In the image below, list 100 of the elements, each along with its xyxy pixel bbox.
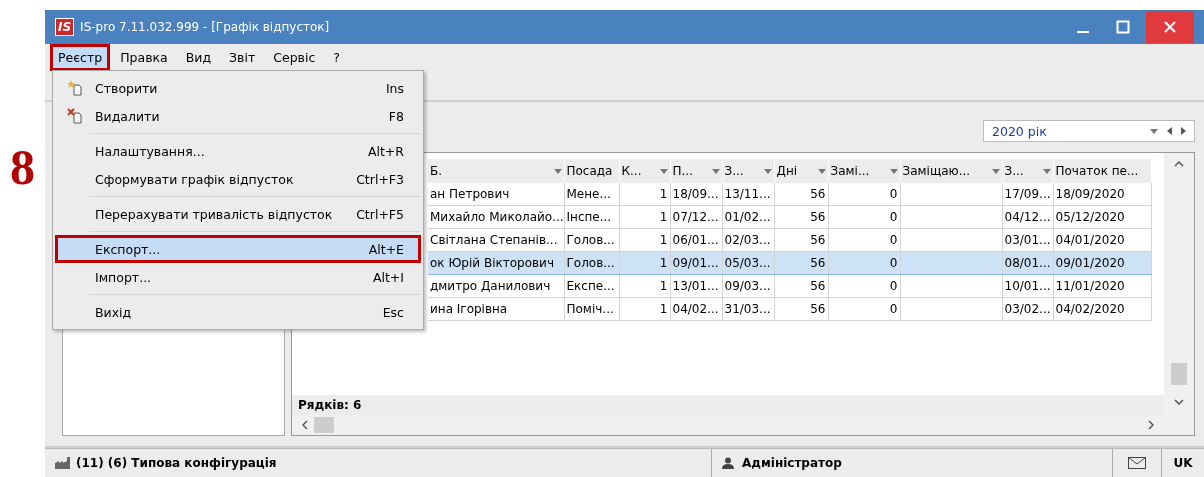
scroll-left-icon[interactable]	[302, 420, 308, 430]
table-cell: Експе...	[566, 279, 615, 293]
previous-icon[interactable]	[1167, 127, 1172, 135]
column-header[interactable]: К...	[619, 159, 670, 183]
menu-item-label: Імпорт...	[94, 269, 153, 285]
horizontal-scrollbar[interactable]	[292, 415, 1164, 435]
table-cell: 56	[810, 302, 826, 316]
filter-arrow-icon[interactable]	[763, 168, 772, 174]
table-cell: Голов...	[566, 256, 615, 270]
table-cell: 07/12...	[672, 210, 719, 224]
menu-item[interactable]: Імпорт... Alt+I	[55, 263, 421, 291]
column-header[interactable]: Початок пе...	[1053, 159, 1151, 183]
menu-bar-item[interactable]: Звіт	[221, 43, 264, 71]
menu-item-label: Створити	[94, 80, 159, 96]
table-row[interactable]: дмитро Данилович Експе... 1 13/01... 09/03... 56 0 10/01... 11/01/2020	[428, 274, 1151, 298]
app-logo: IS	[55, 18, 75, 36]
table-cell: 1	[659, 187, 668, 201]
shortcut-label: F8	[388, 108, 405, 124]
table-cell: 05/12/2020	[1055, 210, 1125, 224]
scroll-up-icon[interactable]	[1174, 161, 1184, 167]
table-cell: 09/01...	[672, 256, 719, 270]
menu-bar-item[interactable]: ?	[325, 43, 348, 71]
table-cell: ан Петрович	[430, 187, 510, 201]
shortcut-label: Alt+I	[372, 269, 405, 285]
menu-item[interactable]: Видалити F8	[55, 102, 421, 130]
menu-item-label: Налаштування...	[94, 143, 206, 159]
table-cell: Михайло Миколайо...	[430, 210, 564, 224]
menu-item-label: Вихід	[94, 304, 133, 320]
table-cell: 18/09...	[672, 187, 719, 201]
scroll-down-icon[interactable]	[1174, 399, 1184, 405]
table-cell: 1	[659, 233, 668, 247]
table-cell: 10/01...	[1004, 279, 1051, 293]
menu-item[interactable]: Налаштування... Alt+R	[55, 137, 421, 165]
column-header[interactable]: Дні	[774, 159, 828, 183]
table-cell: 03/02...	[1004, 302, 1051, 316]
table-cell: 1	[659, 302, 668, 316]
new-document-icon	[66, 80, 83, 96]
envelope-icon[interactable]	[1128, 457, 1146, 469]
next-icon[interactable]	[1181, 127, 1186, 135]
scroll-thumb[interactable]	[1171, 363, 1187, 385]
table-row[interactable]: ан Петрович Мене... 1 18/09... 13/11... 56 0 17/09... 18/09/2020	[428, 183, 1151, 206]
shortcut-label: Esc	[382, 304, 405, 320]
table-cell: 56	[810, 279, 826, 293]
table-cell: 0	[889, 233, 898, 247]
scroll-thumb[interactable]	[314, 417, 334, 433]
filter-arrow-icon[interactable]	[1042, 168, 1051, 174]
table-cell: 08/01...	[1004, 256, 1051, 270]
table-cell: 05/03...	[724, 256, 771, 270]
table-cell: Поміч...	[566, 302, 614, 316]
table-cell: 13/11...	[724, 187, 771, 201]
language-indicator[interactable]: UK	[1173, 456, 1193, 470]
year-dropdown[interactable]: 2020 рік	[983, 120, 1195, 142]
vertical-scrollbar[interactable]	[1164, 153, 1194, 435]
close-icon	[1163, 20, 1177, 34]
filter-arrow-icon[interactable]	[991, 168, 1000, 174]
table-cell: 0	[889, 302, 898, 316]
menu-item[interactable]: Перерахувати тривалість відпусток Ctrl+F5	[55, 200, 421, 228]
menu-item-label: Видалити	[94, 108, 161, 124]
table-row[interactable]: ина Ігорівна Поміч... 1 04/02... 31/03... 56 0 03/02... 04/02/2020	[428, 297, 1151, 321]
column-header[interactable]: З...	[722, 159, 774, 183]
column-header[interactable]: П...	[670, 159, 722, 183]
column-header[interactable]: Заміщаю...	[900, 159, 1002, 183]
table-cell: 56	[810, 210, 826, 224]
window-title: IS-pro 7.11.032.999 - [Графік відпусток]	[80, 20, 330, 34]
filter-arrow-icon[interactable]	[889, 168, 898, 174]
table-cell: Інспе...	[566, 210, 612, 224]
close-button[interactable]	[1146, 11, 1194, 43]
column-header[interactable]: Б.	[428, 159, 564, 183]
menu-bar-item[interactable]: Вид	[177, 43, 220, 71]
shortcut-label: Ctrl+F5	[356, 206, 405, 222]
table-cell: 0	[889, 256, 898, 270]
menu-item[interactable]: Вихід Esc	[55, 298, 421, 326]
filter-arrow-icon[interactable]	[711, 168, 720, 174]
table-cell: 11/01/2020	[1055, 279, 1125, 293]
scroll-right-icon[interactable]	[1148, 420, 1154, 430]
column-header[interactable]: Замі...	[828, 159, 900, 183]
menu-item[interactable]: Створити Ins	[55, 74, 421, 102]
table-cell: дмитро Данилович	[430, 279, 551, 293]
table-row[interactable]: Світлана Степанів... Голов... 1 06/01... 02/03... 56 0 03/01... 04/01/2020	[428, 228, 1151, 252]
menu-item[interactable]: Експорт... Alt+E	[55, 235, 421, 263]
table-row[interactable]: ок Юрій Вікторович Голов... 1 09/01... 05/03... 56 0 08/01... 09/01/2020	[428, 251, 1151, 275]
menu-bar-item[interactable]: Правка	[112, 43, 176, 71]
column-header[interactable]: Посада	[564, 159, 619, 183]
maximize-icon[interactable]	[1116, 20, 1130, 34]
table-cell: 04/02...	[672, 302, 719, 316]
table-row[interactable]: Михайло Миколайо... Інспе... 1 07/12... 01/02... 56 0 04/12... 05/12/2020	[428, 205, 1151, 229]
dropdown-arrow-icon[interactable]	[1150, 128, 1158, 134]
shortcut-label: Alt+R	[367, 143, 405, 159]
table-cell: Світлана Степанів...	[430, 233, 558, 247]
filter-arrow-icon[interactable]	[553, 168, 562, 174]
table-cell: 0	[889, 210, 898, 224]
column-header[interactable]: З...	[1002, 159, 1053, 183]
filter-arrow-icon[interactable]	[659, 168, 668, 174]
shortcut-label: Ctrl+F3	[356, 171, 405, 187]
filter-arrow-icon[interactable]	[817, 168, 826, 174]
menu-bar-item[interactable]: Реєстр	[50, 43, 111, 71]
factory-icon	[55, 457, 71, 469]
menu-item[interactable]: Сформувати графік відпусток Ctrl+F3	[55, 165, 421, 193]
menu-bar-item[interactable]: Сервіс	[265, 43, 324, 71]
table-cell: 0	[889, 279, 898, 293]
